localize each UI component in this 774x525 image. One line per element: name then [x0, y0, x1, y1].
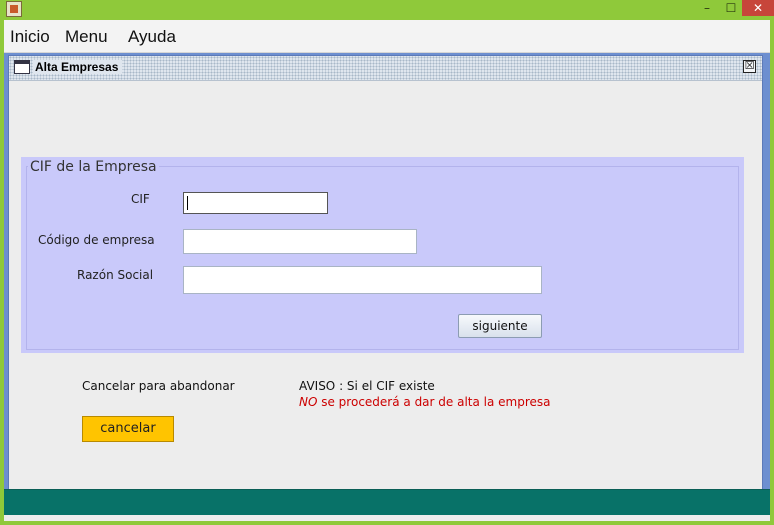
status-bar — [4, 489, 770, 516]
close-button[interactable]: ✕ — [742, 0, 774, 16]
cif-panel: CIF de la Empresa CIF Código de empresa … — [21, 157, 744, 353]
maximize-button[interactable]: ☐ — [720, 0, 742, 16]
warning-line1: AVISO : Si el CIF existe — [299, 379, 435, 393]
menu-bar: Inicio Menu Ayuda — [4, 20, 770, 53]
warning-line2: NO se procederá a dar de alta la empresa — [299, 395, 551, 409]
cif-label: CIF — [131, 192, 150, 206]
minimize-button[interactable]: – — [694, 0, 720, 16]
menu-inicio[interactable]: Inicio — [10, 27, 50, 47]
internal-frame-title: Alta Empresas — [33, 60, 123, 74]
warning-line2-text: se procederá a dar de alta la empresa — [317, 395, 551, 409]
menu-ayuda[interactable]: Ayuda — [128, 27, 176, 47]
razon-social-label: Razón Social — [77, 268, 154, 282]
cancelar-button[interactable]: cancelar — [82, 416, 174, 442]
panel-legend: CIF de la Empresa — [28, 159, 159, 175]
text-caret — [187, 196, 188, 210]
application-frame: Inicio Menu Ayuda Alta Empresas ☒ CIF de… — [4, 20, 770, 521]
siguiente-button[interactable]: siguiente — [458, 314, 542, 338]
razon-social-field[interactable] — [183, 266, 542, 294]
cancel-hint: Cancelar para abandonar — [82, 379, 235, 393]
menu-menu[interactable]: Menu — [65, 27, 108, 47]
window-frame-icon — [14, 60, 30, 74]
window-titlebar: – ☐ ✕ — [0, 0, 774, 20]
warning-emphasis: NO — [299, 395, 318, 409]
desktop-pane: Alta Empresas ☒ CIF de la Empresa CIF Có… — [4, 53, 770, 493]
codigo-empresa-field[interactable] — [183, 229, 417, 254]
java-app-icon — [6, 1, 22, 17]
bottom-strip — [4, 515, 770, 521]
internal-frame-alta-empresas: Alta Empresas ☒ CIF de la Empresa CIF Có… — [8, 55, 763, 493]
close-icon[interactable]: ☒ — [743, 60, 756, 73]
codigo-empresa-label: Código de empresa — [38, 233, 155, 247]
internal-frame-titlebar[interactable]: Alta Empresas ☒ — [9, 56, 762, 81]
cif-field[interactable] — [183, 192, 328, 214]
